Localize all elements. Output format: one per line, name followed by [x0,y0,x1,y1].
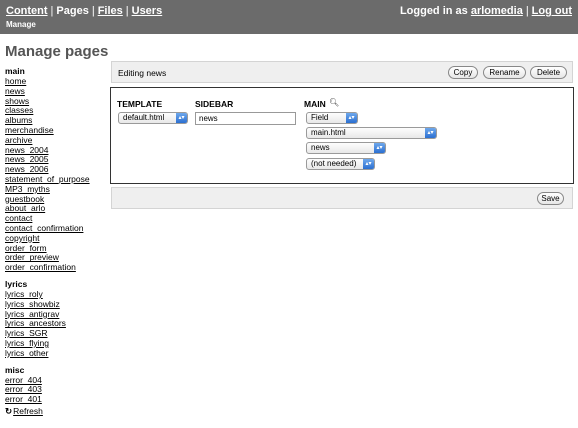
page-title: Manage pages [5,43,109,60]
main-page-select[interactable]: news ▴▾ [306,142,386,154]
nav-separator: | [125,5,129,17]
select-arrow-icon: ▴▾ [425,128,436,138]
user-area: Logged in as arlomedia | Log out [400,5,572,17]
delete-button[interactable]: Delete [530,66,567,79]
page-link[interactable]: order_confirmation [5,262,105,273]
refresh-link[interactable]: ↻Refresh [5,406,105,417]
main-file-value: main.html [311,128,346,137]
main-label: MAIN [304,99,326,109]
group-title-misc: misc [5,364,25,375]
template-select-value: default.html [123,113,165,122]
save-button[interactable]: Save [537,192,564,205]
nav-content-link[interactable]: Content [6,5,48,17]
main-file-select[interactable]: main.html ▴▾ [306,127,437,139]
magnifier-icon[interactable]: 🔍︎ [329,98,339,107]
logout-link[interactable]: Log out [532,5,572,17]
refresh-label: Refresh [13,405,43,416]
page-list-sidebar: main home news shows classes albums merc… [5,66,105,417]
main-type-select[interactable]: Field ▴▾ [306,112,358,124]
page-link[interactable]: lyrics_other [5,348,105,359]
logged-in-label: Logged in as [399,5,468,17]
template-select[interactable]: default.html ▴▾ [118,112,188,124]
select-arrow-icon: ▴▾ [346,113,357,123]
select-arrow-icon: ▴▾ [176,113,187,123]
select-arrow-icon: ▴▾ [374,143,385,153]
top-bar: Content | Pages | Files | Users Manage Logged … [0,0,578,34]
main-extra-value: (not needed) [311,159,357,168]
refresh-icon: ↻ [5,405,13,416]
editor-heading: Editing news [118,68,167,78]
nav-users-link[interactable]: Users [132,5,163,17]
nav-files-link[interactable]: Files [98,5,123,17]
nav-pages-current[interactable]: Pages [56,5,88,17]
main-type-value: Field [311,113,329,122]
main-extra-select[interactable]: (not needed) ▴▾ [306,158,375,170]
template-label: TEMPLATE [117,99,163,109]
nav-separator: | [50,5,54,17]
user-separator: | [525,5,529,17]
sidebar-input[interactable]: news [195,112,296,125]
main-nav: Content | Pages | Files | Users [6,5,162,17]
editor-body: TEMPLATE default.html ▴▾ SIDEBAR news MA… [110,87,574,184]
sub-nav-manage[interactable]: Manage [6,20,36,29]
username-link[interactable]: arlomedia [471,5,523,17]
rename-button[interactable]: Rename [483,66,526,79]
editor-header: Editing news Copy Rename Delete [111,61,573,83]
page-link[interactable]: error_401 [5,394,105,405]
copy-button[interactable]: Copy [448,66,478,79]
editor-footer: Save [111,187,573,209]
nav-separator: | [91,5,95,17]
select-arrow-icon: ▴▾ [363,159,374,169]
sidebar-label: SIDEBAR [195,99,234,109]
main-page-value: news [311,143,330,152]
